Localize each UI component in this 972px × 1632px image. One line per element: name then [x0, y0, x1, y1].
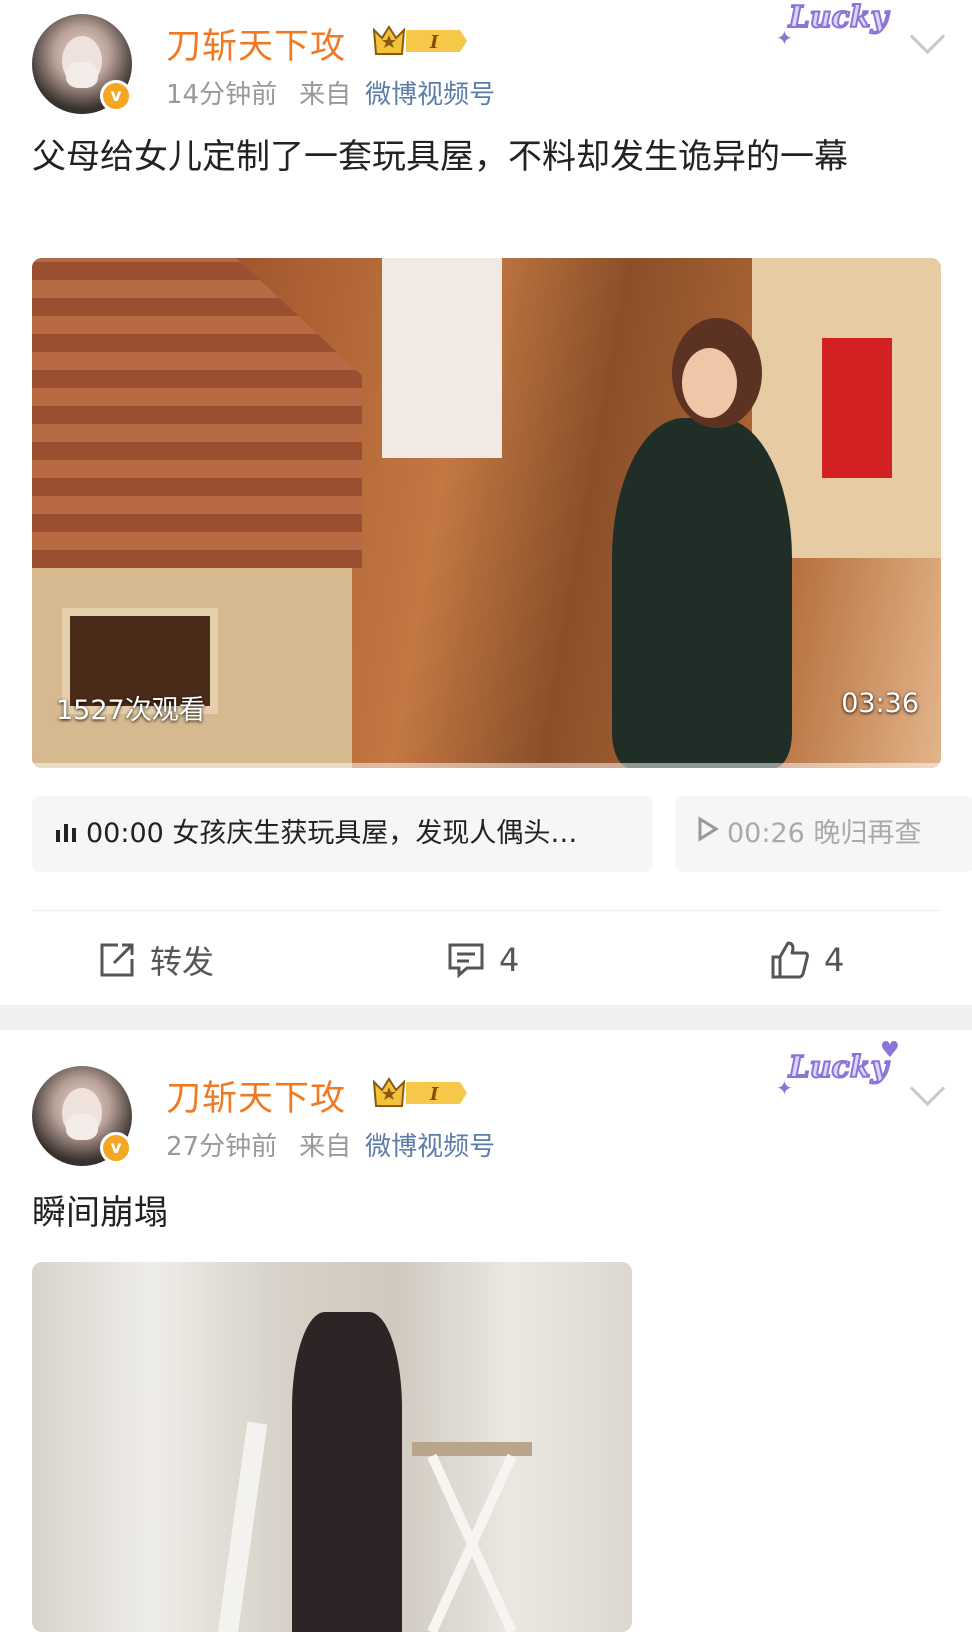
video-scene-bed — [382, 258, 502, 458]
username[interactable]: 刀斩天下攻 — [166, 1070, 346, 1121]
repost-icon — [100, 943, 134, 977]
post-time: 14分钟前 — [166, 80, 278, 110]
video-scene-roof — [32, 258, 362, 568]
lucky-decoration: Lucky — [788, 0, 889, 36]
from-label: 来自 — [299, 80, 352, 110]
video-player[interactable]: 1527次观看 03:36 — [32, 258, 941, 768]
post-image[interactable] — [32, 1262, 632, 1632]
sparkle-icon: ✦ — [776, 1076, 793, 1100]
weibo-post: v 刀斩天下攻 I 14分钟前 来自 微博视频号 Lucky ✦ 父母给女儿定制了一… — [0, 0, 972, 1005]
comment-button[interactable]: 4 — [447, 935, 519, 985]
video-duration: 03:36 — [841, 688, 919, 719]
comment-count: 4 — [499, 941, 520, 979]
svg-text:I: I — [429, 1084, 439, 1105]
image-scene-person — [292, 1312, 402, 1632]
source-link[interactable]: 微博视频号 — [365, 80, 495, 110]
post-separator — [0, 1005, 972, 1030]
repost-button[interactable]: 转发 — [98, 935, 214, 985]
chapter-label: 00:26 晚归再查 — [727, 818, 922, 849]
svg-text:I: I — [429, 32, 439, 53]
view-count: 1527次观看 — [56, 695, 206, 726]
post-meta: 27分钟前 来自 微博视频号 — [166, 1126, 495, 1163]
verified-badge-icon: v — [100, 80, 132, 112]
play-icon — [697, 796, 719, 872]
video-scene-girl-face — [682, 348, 737, 418]
post-text: 父母给女儿定制了一套玩具屋，不料却发生诡异的一幕 — [32, 137, 848, 177]
post-time: 27分钟前 — [166, 1132, 278, 1162]
thumbs-up-icon — [771, 941, 809, 979]
verified-badge-icon: v — [100, 1132, 132, 1164]
video-chapter[interactable]: 00:26 晚归再查 — [675, 796, 972, 872]
like-count: 4 — [824, 941, 845, 979]
repost-label: 转发 — [150, 943, 215, 981]
chapter-label: 00:00 女孩庆生获玩具屋，发现人偶头… — [86, 818, 578, 849]
comment-icon — [448, 943, 484, 978]
lucky-decoration: Lucky — [788, 1049, 889, 1086]
member-crown-icon: I — [372, 25, 467, 55]
avatar-hand — [66, 62, 98, 88]
video-progress-bar[interactable] — [32, 763, 941, 768]
member-crown-icon: I — [372, 1077, 467, 1107]
video-chapter[interactable]: 00:00 女孩庆生获玩具屋，发现人偶头… — [32, 796, 653, 872]
avatar-hand — [66, 1114, 98, 1140]
divider — [32, 910, 941, 911]
video-scene-girl — [612, 418, 792, 768]
image-scene-table — [412, 1442, 532, 1632]
video-scene-chair — [822, 338, 892, 478]
username[interactable]: 刀斩天下攻 — [166, 18, 346, 69]
image-scene-railing — [216, 1421, 268, 1632]
sparkle-icon: ✦ — [776, 26, 793, 50]
chevron-down-icon[interactable] — [909, 1070, 946, 1107]
chevron-down-icon[interactable] — [909, 18, 946, 55]
like-button[interactable]: 4 — [770, 935, 844, 985]
post-text: 瞬间崩塌 — [32, 1193, 168, 1233]
source-link[interactable]: 微博视频号 — [365, 1132, 495, 1162]
from-label: 来自 — [299, 1132, 352, 1162]
post-meta: 14分钟前 来自 微博视频号 — [166, 74, 495, 111]
heart-icon: ♥ — [880, 1038, 900, 1063]
audio-bars-icon — [54, 796, 78, 872]
